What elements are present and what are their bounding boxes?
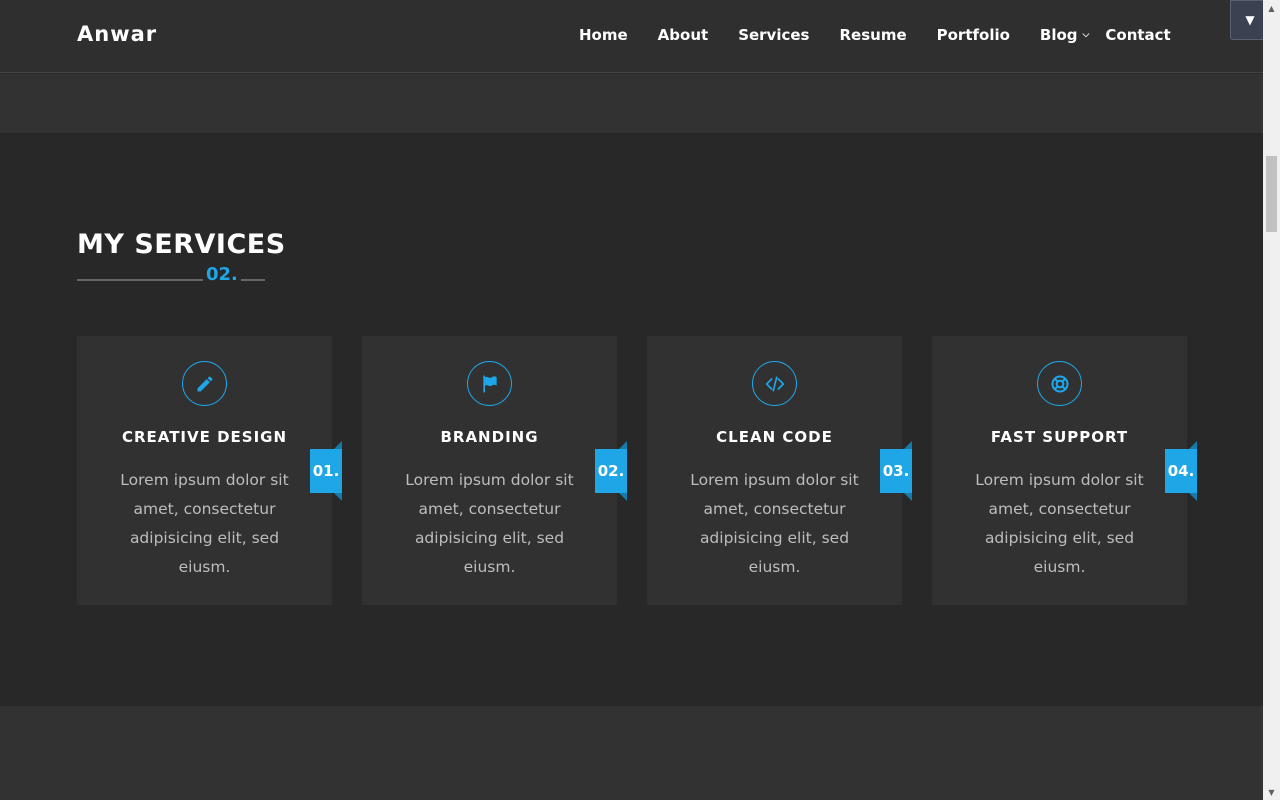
service-number-badge: 02. bbox=[595, 441, 627, 501]
service-title: BRANDING bbox=[440, 428, 539, 446]
nav-blog[interactable]: Blog ⌵ bbox=[1040, 26, 1089, 44]
main-nav: Home About Services Resume Portfolio Blo… bbox=[579, 26, 1171, 44]
title-divider-left bbox=[77, 279, 203, 281]
services-section: MY SERVICES 02. CREATIVE DESIGN Lorem ip… bbox=[0, 133, 1263, 706]
service-number-badge: 04. bbox=[1165, 441, 1197, 501]
nav-home-label: Home bbox=[579, 26, 628, 44]
service-number-badge: 03. bbox=[880, 441, 912, 501]
nav-contact[interactable]: Contact bbox=[1105, 26, 1170, 44]
icon-circle bbox=[182, 361, 227, 406]
icon-circle bbox=[1037, 361, 1082, 406]
scroll-up-arrow-icon[interactable]: ▲ bbox=[1263, 0, 1280, 16]
service-card-fast-support: FAST SUPPORT Lorem ipsum dolor sit amet,… bbox=[932, 336, 1197, 605]
flag-icon bbox=[482, 375, 497, 392]
header-spacer bbox=[0, 74, 1263, 133]
icon-circle bbox=[467, 361, 512, 406]
service-card-creative-design: CREATIVE DESIGN Lorem ipsum dolor sit am… bbox=[77, 336, 342, 605]
service-title: CLEAN CODE bbox=[716, 428, 833, 446]
service-description: Lorem ipsum dolor sit amet, consectetur … bbox=[405, 471, 574, 576]
nav-resume[interactable]: Resume bbox=[839, 26, 906, 44]
icon-circle bbox=[752, 361, 797, 406]
brand-logo[interactable]: Anwar bbox=[77, 22, 157, 46]
pencil-icon bbox=[197, 376, 212, 391]
site-header: Anwar Home About Services Resume Portfol… bbox=[0, 0, 1263, 73]
title-divider-right bbox=[241, 279, 265, 281]
nav-services[interactable]: Services bbox=[738, 26, 809, 44]
lifebuoy-icon bbox=[1050, 374, 1069, 393]
scroll-thumb[interactable] bbox=[1266, 156, 1277, 232]
nav-blog-label: Blog bbox=[1039, 26, 1078, 44]
service-card-clean-code: CLEAN CODE Lorem ipsum dolor sit amet, c… bbox=[647, 336, 912, 605]
nav-contact-label: Contact bbox=[1105, 26, 1171, 44]
chevron-down-icon: ⌵ bbox=[1082, 30, 1090, 40]
code-icon bbox=[765, 376, 784, 391]
nav-about[interactable]: About bbox=[658, 26, 709, 44]
service-title: CREATIVE DESIGN bbox=[121, 428, 288, 446]
nav-portfolio[interactable]: Portfolio bbox=[937, 26, 1010, 44]
nav-portfolio-label: Portfolio bbox=[936, 26, 1010, 44]
nav-about-label: About bbox=[657, 26, 709, 44]
nav-home[interactable]: Home bbox=[579, 26, 628, 44]
service-description: Lorem ipsum dolor sit amet, consectetur … bbox=[975, 471, 1144, 576]
nav-resume-label: Resume bbox=[839, 26, 907, 44]
scrollbar[interactable]: ▲ ▼ bbox=[1263, 0, 1280, 800]
next-section bbox=[0, 706, 1263, 800]
section-title: MY SERVICES bbox=[77, 229, 286, 260]
service-card-branding: BRANDING Lorem ipsum dolor sit amet, con… bbox=[362, 336, 627, 605]
nav-services-label: Services bbox=[738, 26, 810, 44]
service-number-badge: 01. bbox=[310, 441, 342, 501]
scroll-down-arrow-icon[interactable]: ▼ bbox=[1263, 784, 1280, 800]
service-description: Lorem ipsum dolor sit amet, consectetur … bbox=[690, 471, 859, 576]
service-title: FAST SUPPORT bbox=[990, 428, 1129, 446]
page: Anwar Home About Services Resume Portfol… bbox=[0, 0, 1263, 800]
section-number: 02. bbox=[206, 264, 238, 285]
service-description: Lorem ipsum dolor sit amet, consectetur … bbox=[120, 471, 289, 576]
